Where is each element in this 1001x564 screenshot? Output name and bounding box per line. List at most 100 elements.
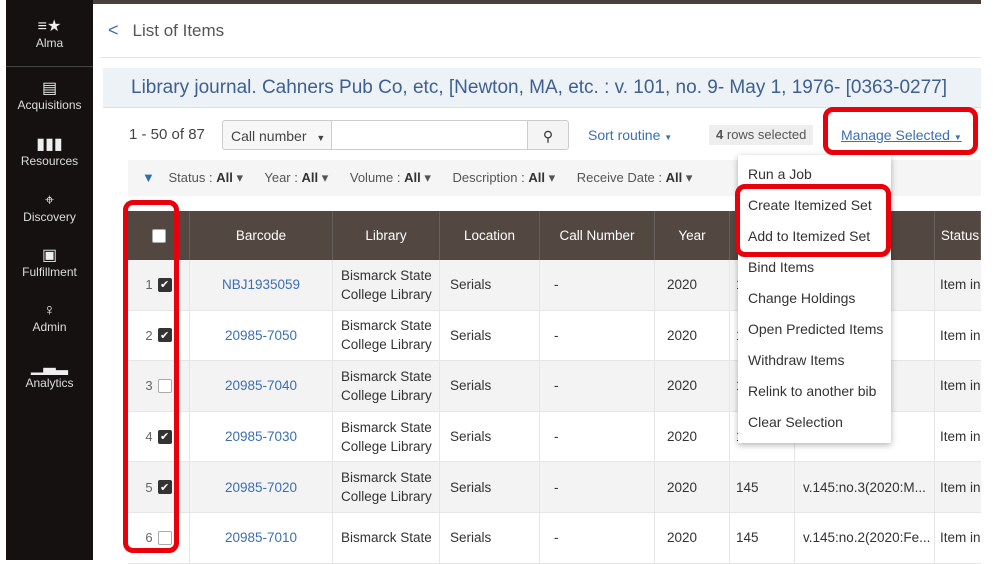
filter-description[interactable]: Description : All ▾ bbox=[452, 170, 555, 185]
search-button[interactable]: ⚲ bbox=[527, 120, 569, 150]
description-cell: v.145:no.3(2020:M... bbox=[795, 462, 935, 512]
year-cell: 2020 bbox=[655, 310, 730, 361]
back-chevron-icon[interactable]: < bbox=[108, 20, 119, 40]
page-header: < List of Items bbox=[108, 20, 224, 41]
rows-selected-label: rows selected bbox=[726, 127, 807, 142]
divider bbox=[6, 66, 93, 67]
call-number-cell: - bbox=[540, 512, 655, 563]
library-cell: Bismarck State College Library bbox=[333, 462, 440, 512]
library-cell: Bismarck State College Library bbox=[333, 361, 440, 411]
year-cell: 2020 bbox=[655, 411, 730, 462]
status-cell: Item in bbox=[940, 277, 981, 293]
location-cell: Serials bbox=[440, 310, 540, 361]
list-star-icon: ≡★ bbox=[37, 18, 62, 35]
filter-label: Receive Date : bbox=[576, 170, 663, 185]
barcode-link[interactable]: 20985-7010 bbox=[225, 530, 297, 545]
year-cell: 2020 bbox=[655, 361, 730, 411]
rows-selected-badge: 4 rows selected bbox=[709, 125, 814, 145]
library-cell: Bismarck State bbox=[333, 512, 440, 563]
col-barcode[interactable]: Barcode bbox=[190, 211, 333, 260]
col-location[interactable]: Location bbox=[440, 211, 540, 260]
col-status[interactable]: Status bbox=[935, 211, 981, 260]
sidebar: ≡★ Alma ▤ Acquisitions ▮▮▮ Resources ⌖ Disco… bbox=[6, 0, 93, 560]
filter-value: All bbox=[665, 170, 683, 185]
result-count: 1 - 50 of 87 bbox=[129, 126, 205, 143]
volume-cell: 145 bbox=[730, 512, 795, 563]
barcode-link[interactable]: NBJ1935059 bbox=[222, 277, 300, 292]
description-cell: v.145:no.2(2020:Fe... bbox=[795, 512, 935, 563]
nav-alma[interactable]: ≡★ Alma bbox=[6, 18, 93, 50]
divider bbox=[100, 57, 981, 58]
barcode-link[interactable]: 20985-7050 bbox=[225, 328, 297, 343]
record-title[interactable]: Library journal. Cahners Pub Co, etc, [N… bbox=[103, 68, 981, 108]
library-cell: Bismarck State College Library bbox=[333, 411, 440, 462]
status-cell: Item in bbox=[940, 530, 981, 546]
nav-admin[interactable]: ♀ Admin bbox=[6, 302, 93, 334]
location-cell: Serials bbox=[440, 361, 540, 411]
search-icon: ⚲ bbox=[542, 128, 554, 144]
bar-chart-icon: ▁▃▂ bbox=[31, 358, 68, 375]
filter-label: Description : bbox=[452, 170, 525, 185]
status-cell: Item in bbox=[940, 378, 981, 394]
barcode-link[interactable]: 20985-7020 bbox=[225, 480, 297, 495]
menu-item[interactable]: Bind Items bbox=[738, 253, 891, 284]
menu-item[interactable]: Withdraw Items bbox=[738, 346, 891, 377]
filter-status[interactable]: Status : All ▾ bbox=[169, 170, 243, 185]
location-cell: Serials bbox=[440, 260, 540, 310]
filter-receive-date[interactable]: Receive Date : All ▾ bbox=[577, 170, 693, 185]
filter-value: All bbox=[528, 170, 545, 185]
table-row[interactable]: 6 20985-7010 Bismarck State Serials - 20… bbox=[128, 512, 981, 564]
archive-box-icon: ▣ bbox=[41, 247, 58, 264]
search-input[interactable] bbox=[331, 120, 528, 150]
table-row[interactable]: 5 ✔ 20985-7020 Bismarck State College Lib… bbox=[128, 462, 981, 513]
col-call-number[interactable]: Call Number bbox=[540, 211, 655, 260]
barcode-cell: 20985-7010 bbox=[190, 512, 333, 563]
nav-label: Analytics bbox=[25, 376, 74, 390]
menu-item[interactable]: Change Holdings bbox=[738, 284, 891, 315]
page-title: List of Items bbox=[132, 21, 225, 40]
menu-item[interactable]: Open Predicted Items bbox=[738, 315, 891, 346]
books-icon: ▮▮▮ bbox=[36, 136, 63, 153]
call-number-cell: - bbox=[540, 462, 655, 512]
barcode-cell: 20985-7020 bbox=[190, 462, 333, 512]
call-number-cell: - bbox=[540, 361, 655, 411]
location-cell: Serials bbox=[440, 462, 540, 512]
barcode-cell: 20985-7030 bbox=[190, 411, 333, 462]
call-number-cell: - bbox=[540, 411, 655, 462]
nav-label: Resources bbox=[20, 154, 79, 168]
filter-year[interactable]: Year : All ▾ bbox=[264, 170, 328, 185]
year-cell: 2020 bbox=[655, 260, 730, 310]
barcode-link[interactable]: 20985-7030 bbox=[225, 429, 297, 444]
nav-fulfillment[interactable]: ▣ Fulfillment bbox=[6, 247, 93, 279]
menu-item[interactable]: Clear Selection bbox=[738, 408, 891, 439]
volume-cell: 145 bbox=[730, 462, 795, 512]
search-field-select[interactable]: Call number ▼ bbox=[222, 120, 332, 150]
nav-analytics[interactable]: ▁▃▂ Analytics bbox=[6, 358, 93, 390]
filter-value: All bbox=[301, 170, 319, 185]
nav-discovery[interactable]: ⌖ Discovery bbox=[6, 192, 93, 224]
sort-routine-dropdown[interactable]: Sort routine ▼ bbox=[588, 120, 672, 150]
search-field-label: Call number bbox=[231, 128, 307, 144]
filter-volume[interactable]: Volume : All ▾ bbox=[350, 170, 431, 185]
filter-label: Status : bbox=[168, 170, 213, 185]
col-year[interactable]: Year bbox=[655, 211, 730, 260]
filter-value: All bbox=[216, 170, 233, 185]
nav-resources[interactable]: ▮▮▮ Resources bbox=[6, 136, 93, 168]
highlight-box bbox=[735, 184, 891, 257]
library-cell: Bismarck State College Library bbox=[333, 260, 440, 310]
whistle-icon: ♀ bbox=[43, 302, 56, 319]
nav-label: Alma bbox=[35, 36, 64, 50]
year-cell: 2020 bbox=[655, 512, 730, 563]
location-cell: Serials bbox=[440, 411, 540, 462]
location-cell: Serials bbox=[440, 512, 540, 563]
highlight-box bbox=[123, 200, 179, 553]
call-number-cell: - bbox=[540, 260, 655, 310]
menu-item[interactable]: Relink to another bib bbox=[738, 377, 891, 408]
filter-label: Year : bbox=[264, 170, 298, 185]
col-library[interactable]: Library bbox=[333, 211, 440, 260]
filter-label: Volume : bbox=[349, 170, 401, 185]
top-bar bbox=[93, 0, 981, 4]
highlight-box bbox=[823, 107, 978, 155]
nav-acquisitions[interactable]: ▤ Acquisitions bbox=[6, 80, 93, 112]
barcode-link[interactable]: 20985-7040 bbox=[225, 378, 297, 393]
